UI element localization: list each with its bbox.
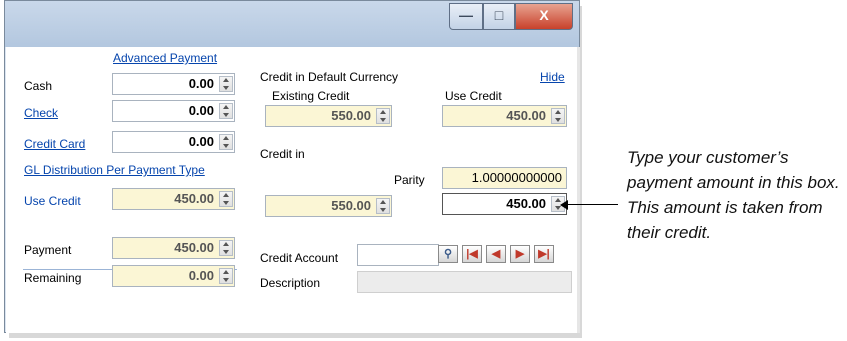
close-button[interactable]: X [515, 3, 573, 30]
close-icon: X [539, 7, 549, 23]
credit-card-value: 0.00 [188, 134, 214, 149]
cash-spinner[interactable] [219, 76, 233, 92]
description-field [357, 271, 572, 293]
remaining-field: 0.00 [112, 265, 235, 287]
default-use-credit-value: 450.00 [506, 108, 546, 123]
check-spinner[interactable] [219, 103, 233, 119]
check-input[interactable]: 0.00 [112, 100, 235, 122]
credit-card-link[interactable]: Credit Card [24, 137, 85, 151]
check-value: 0.00 [188, 103, 214, 118]
previous-record-button[interactable]: ◀ [486, 245, 506, 263]
use-credit-label: Use Credit [24, 194, 81, 208]
callout-arrow-line [566, 204, 618, 205]
existing-credit-spinner [376, 108, 390, 124]
hide-link[interactable]: Hide [540, 70, 565, 84]
vertical-scrollbar[interactable] [577, 47, 580, 333]
credit-in-existing-field: 550.00 [265, 195, 392, 217]
parity-field: 1.00000000000 [442, 167, 567, 189]
advanced-payment-link[interactable]: Advanced Payment [113, 51, 217, 65]
existing-credit-value: 550.00 [331, 108, 371, 123]
use-credit-value: 450.00 [174, 191, 214, 206]
previous-record-icon: ◀ [491, 248, 501, 260]
title-bar[interactable]: — □ X [5, 1, 579, 47]
default-use-credit-field: 450.00 [442, 105, 567, 127]
remaining-value: 0.00 [188, 268, 214, 283]
first-record-icon: |◀ [466, 248, 478, 260]
credit-card-input[interactable]: 0.00 [112, 131, 235, 153]
credit-default-currency-label: Credit in Default Currency [260, 70, 399, 84]
parity-value: 1.00000000000 [471, 170, 562, 185]
next-record-icon: ▶ [515, 248, 525, 260]
existing-credit-label: Existing Credit [272, 89, 350, 103]
default-use-credit-spinner [551, 108, 565, 124]
payment-window: — □ X Advanced Payment Cash 0.00 Check 0… [4, 0, 580, 333]
payment-panel: Advanced Payment Cash 0.00 Check 0.00 Cr… [6, 47, 578, 333]
parity-label: Parity [394, 173, 425, 187]
use-credit-header: Use Credit [445, 89, 502, 103]
callout-arrow-icon [560, 200, 568, 210]
minimize-button[interactable]: — [449, 3, 483, 30]
payment-field: 450.00 [112, 237, 235, 259]
cash-label: Cash [24, 79, 53, 93]
maximize-icon: □ [494, 7, 504, 23]
remaining-spinner [219, 268, 233, 284]
credit-account-label: Credit Account [260, 251, 339, 265]
use-credit-field: 450.00 [112, 188, 235, 210]
credit-account-input[interactable] [357, 244, 439, 266]
first-record-button[interactable]: |◀ [462, 245, 482, 263]
credit-in-existing-spinner [376, 198, 390, 214]
check-link[interactable]: Check [24, 106, 58, 120]
cash-value: 0.00 [188, 76, 214, 91]
last-record-icon: ▶| [538, 248, 550, 260]
credit-in-existing-value: 550.00 [331, 198, 371, 213]
gl-distribution-link[interactable]: GL Distribution Per Payment Type [24, 163, 205, 177]
payment-spinner [219, 240, 233, 256]
lookup-icon: ⚲ [443, 248, 453, 260]
credit-in-use-credit-input[interactable]: 450.00 [442, 193, 567, 215]
payment-value: 450.00 [174, 240, 214, 255]
minimize-icon: — [459, 7, 473, 23]
existing-credit-field: 550.00 [265, 105, 392, 127]
description-label: Description [260, 276, 321, 290]
credit-in-use-credit-value: 450.00 [506, 196, 546, 211]
lookup-button[interactable]: ⚲ [438, 245, 458, 263]
last-record-button[interactable]: ▶| [534, 245, 554, 263]
payment-label: Payment [24, 243, 72, 257]
credit-card-spinner[interactable] [219, 134, 233, 150]
remaining-label: Remaining [24, 271, 82, 285]
maximize-button[interactable]: □ [483, 3, 515, 30]
credit-in-label: Credit in [260, 147, 305, 161]
use-credit-spinner [219, 191, 233, 207]
callout-text: Type your customer’s payment amount in t… [627, 148, 840, 242]
cash-input[interactable]: 0.00 [112, 73, 235, 95]
next-record-button[interactable]: ▶ [510, 245, 530, 263]
